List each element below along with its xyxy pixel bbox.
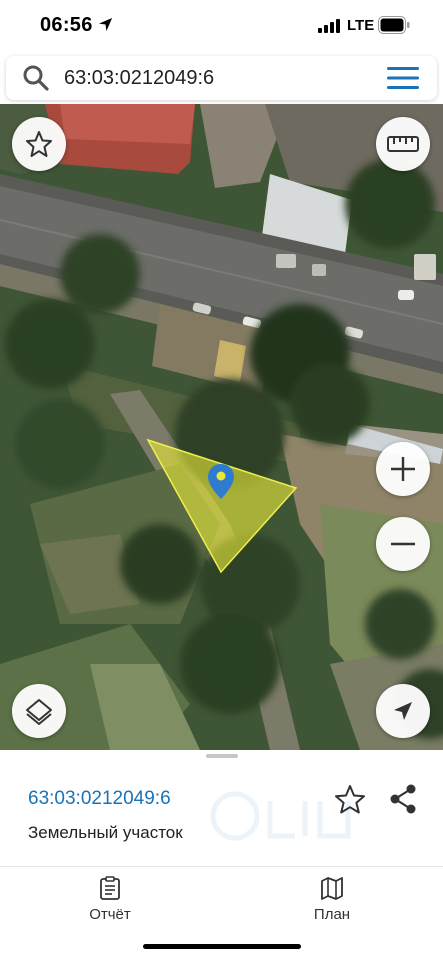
star-outline-icon[interactable] (334, 783, 366, 815)
search-input[interactable] (64, 62, 364, 94)
hamburger-menu-icon[interactable] (387, 67, 419, 89)
parcel-type-label: Земельный участок (28, 823, 183, 842)
cellular-signal-icon (318, 19, 340, 33)
clipboard-icon (100, 876, 120, 900)
sheet-grabber[interactable] (206, 754, 238, 758)
location-arrow-icon (98, 17, 113, 32)
zoom-in-button[interactable] (376, 442, 430, 496)
plus-icon (391, 457, 415, 481)
network-type: LTE (347, 17, 375, 34)
battery-icon (378, 16, 410, 34)
layers-icon (26, 699, 52, 725)
minus-icon (391, 542, 415, 546)
star-icon (26, 131, 52, 157)
watermark-logo (210, 791, 351, 841)
satellite-imagery (0, 104, 443, 750)
parcel-cadastral-number[interactable]: 63:03:0212049:6 (28, 788, 171, 810)
ruler-icon (387, 136, 419, 152)
tab-report-label: Отчёт (89, 906, 131, 923)
status-bar: 06:56 LTE (0, 0, 443, 52)
status-time: 06:56 (40, 14, 93, 36)
parcel-info-sheet: 63:03:0212049:6 Земельный участок Отчёт … (0, 750, 443, 960)
ruler-button[interactable] (376, 117, 430, 171)
sheet-divider (0, 866, 443, 867)
share-icon[interactable] (388, 783, 418, 815)
home-indicator (143, 944, 301, 949)
layers-button[interactable] (12, 684, 66, 738)
navigation-arrow-icon (394, 702, 412, 720)
zoom-out-button[interactable] (376, 517, 430, 571)
locate-me-button[interactable] (376, 684, 430, 738)
tab-report[interactable]: Отчёт (50, 876, 170, 926)
search-icon[interactable] (22, 64, 50, 92)
map-icon (321, 877, 343, 900)
tab-plan[interactable]: План (272, 876, 392, 926)
map-favorite-button[interactable] (12, 117, 66, 171)
search-bar[interactable] (6, 56, 437, 100)
satellite-map[interactable] (0, 104, 443, 750)
tab-plan-label: План (313, 906, 351, 923)
